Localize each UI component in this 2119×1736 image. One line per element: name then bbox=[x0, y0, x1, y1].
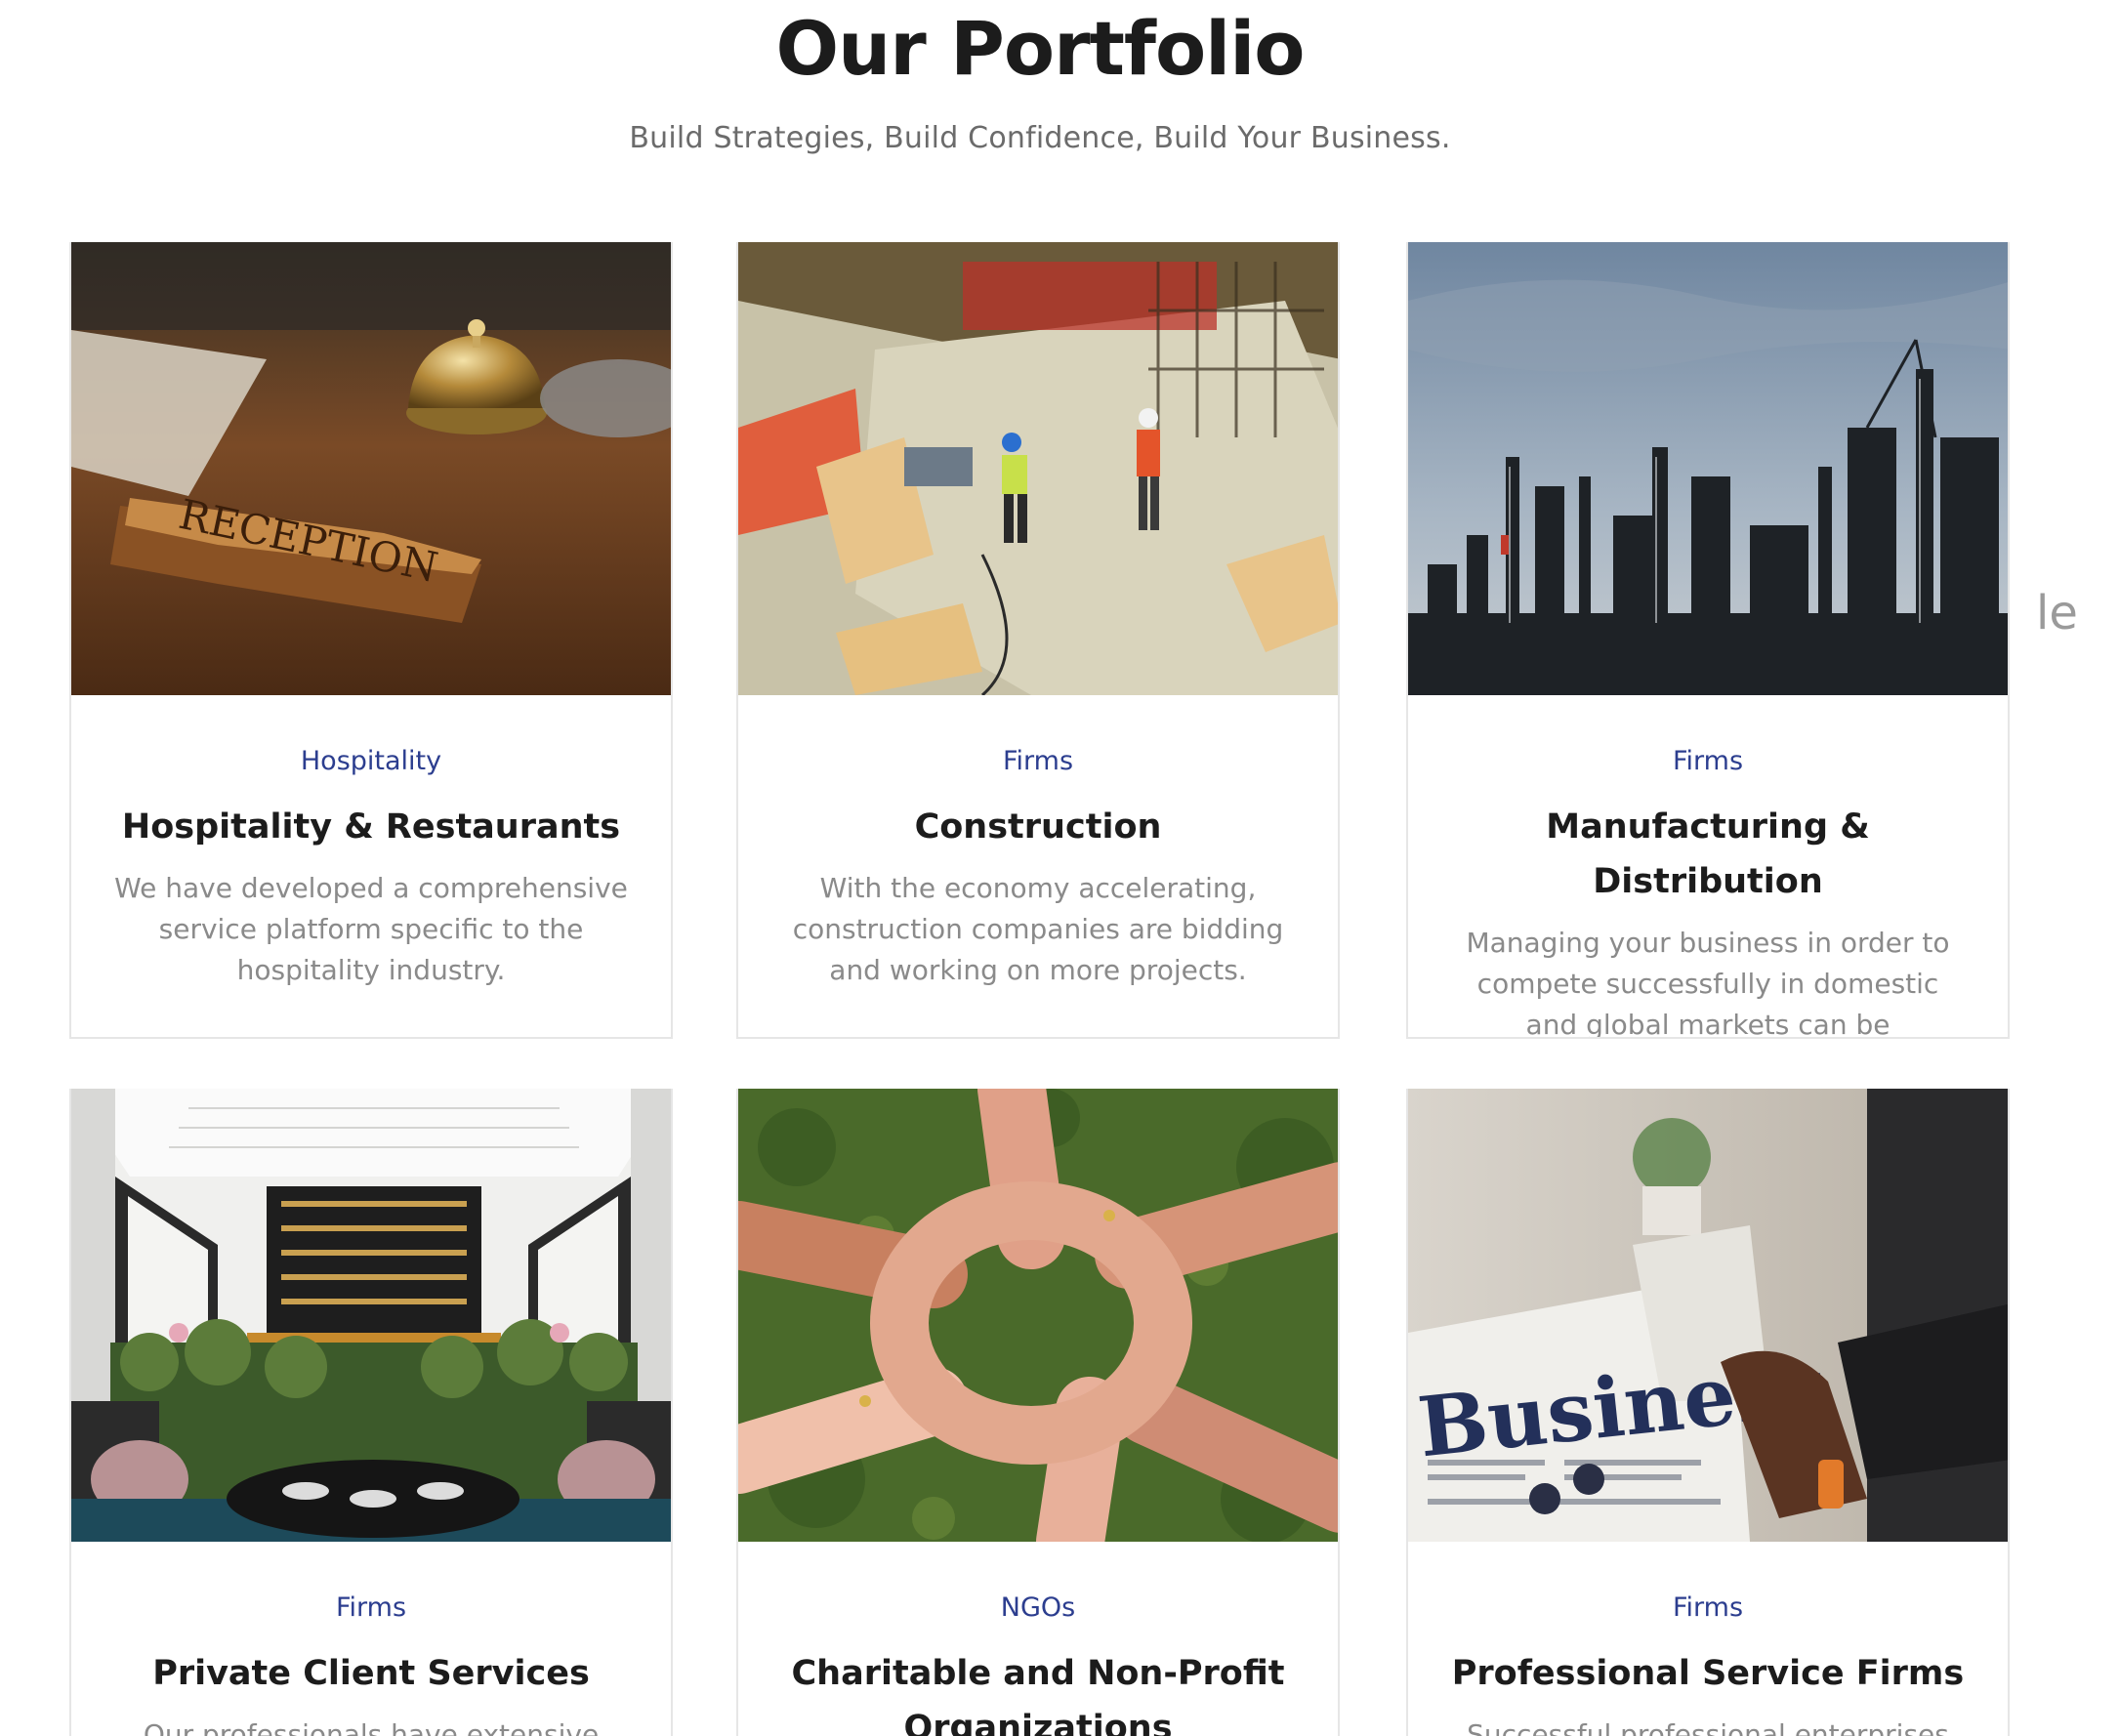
refinery-image[interactable] bbox=[1408, 242, 2008, 695]
card-body: Firms Professional Service Firms Success… bbox=[1408, 1542, 2008, 1736]
joined-hands-illustration bbox=[738, 1089, 1338, 1542]
portfolio-card-construction[interactable]: Firms Construction With the economy acce… bbox=[736, 242, 1340, 1039]
reception-bell-illustration: RECEPTION bbox=[71, 242, 671, 695]
card-category[interactable]: NGOs bbox=[777, 1592, 1299, 1623]
card-category[interactable]: Firms bbox=[1447, 746, 1969, 776]
card-body: Firms Manufacturing & Distribution Manag… bbox=[1408, 695, 2008, 1039]
card-body: Firms Construction With the economy acce… bbox=[738, 695, 1338, 991]
card-title[interactable]: Professional Service Firms bbox=[1447, 1646, 1969, 1701]
portfolio-card-professional-services[interactable]: Business Firms Professional Service Firm… bbox=[1406, 1089, 2010, 1736]
reception-bell-image[interactable]: RECEPTION bbox=[71, 242, 671, 695]
carousel-edge-text: le bbox=[2036, 586, 2078, 641]
card-body: NGOs Charitable and Non-Profit Organizat… bbox=[738, 1542, 1338, 1736]
card-title[interactable]: Hospitality & Restaurants bbox=[110, 800, 632, 854]
restaurant-interior-image[interactable] bbox=[71, 1089, 671, 1542]
portfolio-card-manufacturing[interactable]: Firms Manufacturing & Distribution Manag… bbox=[1406, 242, 2010, 1039]
portfolio-card-charitable[interactable]: NGOs Charitable and Non-Profit Organizat… bbox=[736, 1089, 1340, 1736]
card-body: Hospitality Hospitality & Restaurants We… bbox=[71, 695, 671, 991]
construction-site-illustration bbox=[738, 242, 1338, 695]
refinery-illustration bbox=[1408, 242, 2008, 695]
card-title[interactable]: Charitable and Non-Profit Organizations bbox=[777, 1646, 1299, 1736]
business-newspaper-image[interactable]: Business bbox=[1408, 1089, 2008, 1542]
page-subtitle: Build Strategies, Build Confidence, Buil… bbox=[629, 121, 1451, 155]
portfolio-header: Our Portfolio Build Strategies, Build Co… bbox=[0, 0, 2080, 156]
business-newspaper-illustration: Business bbox=[1408, 1089, 2008, 1542]
card-description: With the economy accelerating, construct… bbox=[792, 872, 1284, 986]
card-description: Successful professional enterprises bbox=[1467, 1718, 1949, 1736]
card-description: Managing your business in order to compe… bbox=[1466, 927, 1950, 1039]
card-category[interactable]: Hospitality bbox=[110, 746, 632, 776]
page-title: Our Portfolio bbox=[775, 5, 1306, 92]
portfolio-card-hospitality[interactable]: RECEPTION Hospitality Hospitality & Rest… bbox=[69, 242, 673, 1039]
construction-site-image[interactable] bbox=[738, 242, 1338, 695]
card-body: Firms Private Client Services Our profes… bbox=[71, 1542, 671, 1736]
card-title[interactable]: Manufacturing & Distribution bbox=[1447, 800, 1969, 909]
joined-hands-image[interactable] bbox=[738, 1089, 1338, 1542]
card-category[interactable]: Firms bbox=[110, 1592, 632, 1623]
card-title[interactable]: Construction bbox=[777, 800, 1299, 854]
portfolio-card-private-client[interactable]: Firms Private Client Services Our profes… bbox=[69, 1089, 673, 1736]
card-category[interactable]: Firms bbox=[1447, 1592, 1969, 1623]
card-description: Our professionals have extensive bbox=[143, 1718, 600, 1736]
card-title[interactable]: Private Client Services bbox=[110, 1646, 632, 1701]
restaurant-interior-illustration bbox=[71, 1089, 671, 1542]
card-description: We have developed a comprehensive servic… bbox=[114, 872, 628, 986]
card-category[interactable]: Firms bbox=[777, 746, 1299, 776]
